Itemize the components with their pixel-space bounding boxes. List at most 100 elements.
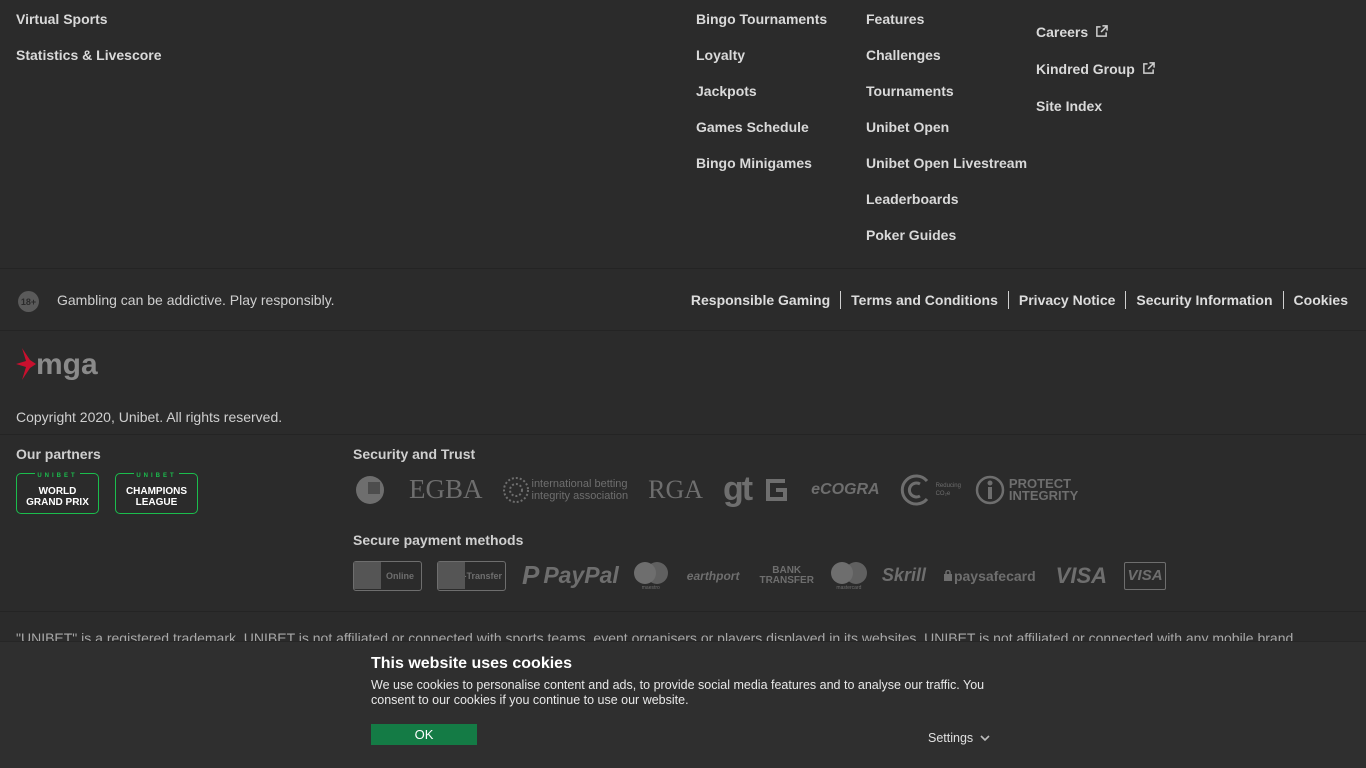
sports-links-column: Virtual Sports Statistics & Livescore xyxy=(16,11,162,83)
lock-icon xyxy=(943,570,952,581)
divider xyxy=(0,611,1366,612)
co2-line2: CO₂e xyxy=(935,490,951,497)
co2-line1: Reducing xyxy=(935,482,961,489)
protect-integrity-logo[interactable]: PROTECT INTEGRITY xyxy=(975,475,1078,505)
link-virtual-sports[interactable]: Virtual Sports xyxy=(16,11,162,47)
globe-icon xyxy=(502,476,529,503)
mga-logo[interactable]: mga xyxy=(16,346,108,382)
paysafecard-label: paysafecard xyxy=(953,567,1036,584)
mga-logo-graphic: mga xyxy=(16,348,98,381)
visa-logo[interactable]: VISA xyxy=(1056,563,1107,589)
link-statistics-livescore[interactable]: Statistics & Livescore xyxy=(16,47,162,83)
about-links-column: Careers Kindred Group Site Index xyxy=(1036,13,1155,124)
mastercard-logo[interactable]: mastercard xyxy=(830,561,868,591)
divider xyxy=(0,330,1366,331)
partner-line2: LEAGUE xyxy=(135,496,178,508)
visa-electron-logo[interactable]: VISA xyxy=(1124,561,1167,590)
mastercard-icon xyxy=(830,561,867,584)
ibia-logo[interactable]: international betting integrity associat… xyxy=(502,475,629,505)
link-security-information[interactable]: Security Information xyxy=(1125,291,1282,309)
link-privacy-notice[interactable]: Privacy Notice xyxy=(1007,291,1126,309)
maestro-logo[interactable]: maestro xyxy=(633,561,669,591)
interac-etransfer-logo[interactable]: e-Transfer xyxy=(437,560,506,591)
rga-logo[interactable]: RGA xyxy=(648,475,703,505)
partner-brand: UNIBET xyxy=(134,471,179,482)
transfer-label: TRANSFER xyxy=(759,574,814,586)
payment-methods-title: Secure payment methods xyxy=(353,532,524,548)
egba-logo[interactable]: EGBA xyxy=(409,474,483,505)
paypal-label: PayPal xyxy=(543,562,619,588)
partner-line1: WORLD xyxy=(38,485,77,497)
paysafecard-logo[interactable]: paysafecard xyxy=(943,567,1036,584)
external-link-icon xyxy=(1096,25,1108,37)
link-bingo-minigames[interactable]: Bingo Minigames xyxy=(696,155,827,191)
cookie-ok-button[interactable]: OK xyxy=(371,724,477,745)
security-trust-title: Security and Trust xyxy=(353,446,476,462)
link-leaderboards[interactable]: Leaderboards xyxy=(866,191,1027,227)
partner-champions-league[interactable]: UNIBET CHAMPIONS LEAGUE xyxy=(115,471,198,514)
partner-line1: CHAMPIONS xyxy=(125,485,188,497)
divider xyxy=(0,434,1366,435)
ecogra-logo[interactable]: eCOGRA xyxy=(811,481,879,499)
maestro-icon xyxy=(633,561,668,584)
badge-icon xyxy=(356,475,384,504)
gt-logo[interactable]: gt xyxy=(723,470,753,509)
cookie-settings-label: Settings xyxy=(928,731,974,745)
legal-links: Responsible Gaming Terms and Conditions … xyxy=(681,291,1358,309)
link-careers[interactable]: Careers xyxy=(1036,13,1108,50)
partner-world-grand-prix[interactable]: UNIBET WORLD GRAND PRIX xyxy=(16,471,99,514)
link-jackpots[interactable]: Jackpots xyxy=(696,83,827,119)
link-terms-conditions[interactable]: Terms and Conditions xyxy=(840,291,1008,309)
partners-title: Our partners xyxy=(16,446,101,462)
link-tournaments[interactable]: Tournaments xyxy=(866,83,1027,119)
link-responsible-gaming[interactable]: Responsible Gaming xyxy=(681,291,840,309)
interac-mark xyxy=(354,561,381,589)
link-kindred-group[interactable]: Kindred Group xyxy=(1036,50,1155,87)
gambling-warning-text: Gambling can be addictive. Play responsi… xyxy=(57,292,335,308)
link-kindred-group-label: Kindred Group xyxy=(1036,60,1135,77)
link-unibet-open[interactable]: Unibet Open xyxy=(866,119,1027,155)
protect-icon xyxy=(975,475,1005,504)
paypal-logo[interactable]: P PayPal xyxy=(522,560,619,591)
gamcare-circle-logo[interactable] xyxy=(353,473,387,507)
gamcare-icon xyxy=(766,478,788,501)
ibia-line2: integrity association xyxy=(531,489,629,502)
link-features[interactable]: Features xyxy=(866,11,1027,47)
bank-transfer-logo[interactable]: BANK TRANSFER xyxy=(759,564,814,586)
interac-online-logo[interactable]: Online xyxy=(353,560,422,591)
cookie-banner-title: This website uses cookies xyxy=(371,655,572,672)
link-cookies[interactable]: Cookies xyxy=(1282,291,1358,309)
mastercard-label: mastercard xyxy=(836,584,862,591)
cookie-settings-toggle[interactable]: Settings xyxy=(928,731,990,745)
partner-brand: UNIBET xyxy=(35,471,80,482)
partner-line2: GRAND PRIX xyxy=(26,496,89,508)
link-site-index[interactable]: Site Index xyxy=(1036,87,1102,124)
link-unibet-open-livestream[interactable]: Unibet Open Livestream xyxy=(866,155,1027,191)
external-link-icon xyxy=(1142,62,1155,74)
age-18-icon: 18+ xyxy=(18,291,39,312)
ibia-line1: international betting xyxy=(531,477,628,490)
interac-online-label: Online xyxy=(385,570,414,581)
bingo-links-column: Bingo Tournaments Loyalty Jackpots Games… xyxy=(696,11,827,191)
link-challenges[interactable]: Challenges xyxy=(866,47,1027,83)
link-bingo-tournaments[interactable]: Bingo Tournaments xyxy=(696,11,827,47)
cookie-banner-text: We use cookies to personalise content an… xyxy=(371,678,985,707)
maestro-label: maestro xyxy=(641,584,660,591)
security-logos: EGBA international betting integrity ass… xyxy=(353,470,1078,509)
earthport-logo[interactable]: earthport xyxy=(687,569,740,583)
link-loyalty[interactable]: Loyalty xyxy=(696,47,827,83)
link-games-schedule[interactable]: Games Schedule xyxy=(696,119,827,155)
bank-label: BANK xyxy=(772,564,802,576)
cookie-banner: This website uses cookies We use cookies… xyxy=(0,641,1366,768)
interac-mark xyxy=(438,561,465,589)
payment-logos: Online e-Transfer P PayPal maestro earth… xyxy=(353,560,1167,591)
poker-links-column: Features Challenges Tournaments Unibet O… xyxy=(866,11,1027,263)
link-careers-label: Careers xyxy=(1036,23,1089,40)
link-poker-guides[interactable]: Poker Guides xyxy=(866,227,1027,263)
chevron-down-icon xyxy=(980,734,990,741)
skrill-logo[interactable]: Skrill xyxy=(882,565,926,586)
paypal-icon: P xyxy=(522,560,540,590)
gamcare-logo[interactable] xyxy=(763,475,789,505)
protect-line2: INTEGRITY xyxy=(1008,487,1079,503)
reducing-co2-logo[interactable]: Reducing CO₂e xyxy=(900,473,961,507)
